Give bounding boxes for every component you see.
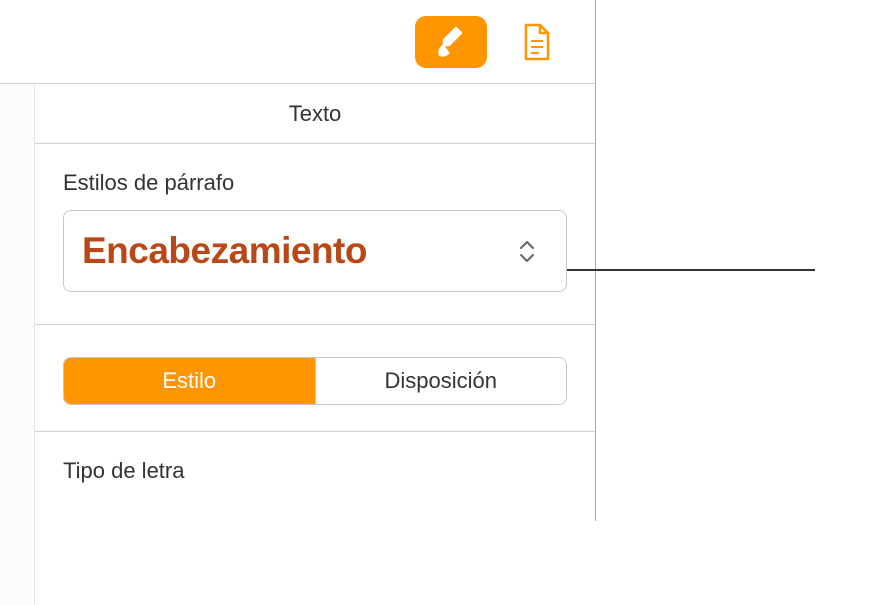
segment-style[interactable]: Estilo: [64, 358, 316, 404]
paragraph-style-value: Encabezamiento: [82, 230, 506, 272]
paragraph-styles-label: Estilos de párrafo: [63, 170, 567, 196]
divider: [35, 431, 595, 432]
document-button[interactable]: [501, 16, 573, 68]
format-brush-button[interactable]: [415, 16, 487, 68]
paragraph-style-dropdown[interactable]: Encabezamiento: [63, 210, 567, 292]
dropdown-chevrons-icon: [506, 241, 548, 262]
segment-layout[interactable]: Disposición: [316, 358, 567, 404]
toolbar: [0, 0, 595, 84]
font-type-label: Tipo de letra: [63, 458, 567, 484]
brush-icon: [434, 25, 468, 59]
section-header-texto: Texto: [35, 84, 595, 144]
document-icon: [522, 23, 552, 61]
style-layout-segmented-control: Estilo Disposición: [63, 357, 567, 405]
divider: [35, 324, 595, 325]
left-sidebar-edge: [0, 84, 35, 605]
callout-pointer-line: [545, 269, 815, 271]
section-title: Texto: [289, 101, 342, 127]
